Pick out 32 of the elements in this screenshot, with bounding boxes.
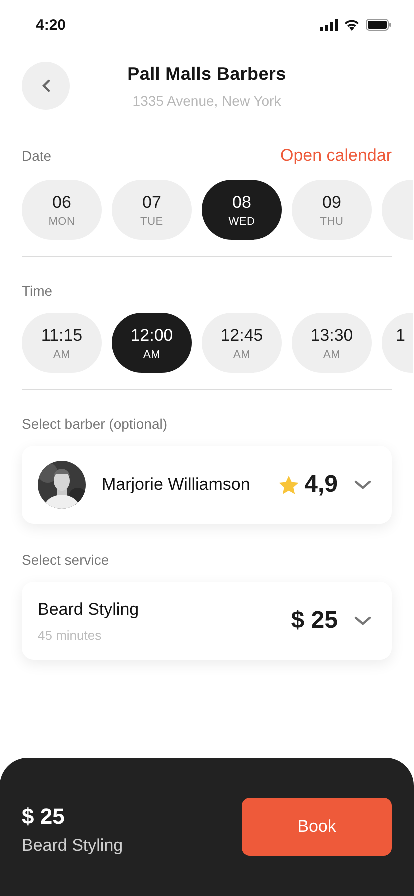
time-pill[interactable]: 13:30 AM [292, 313, 372, 373]
chevron-down-icon[interactable] [354, 480, 372, 490]
wifi-icon [344, 19, 360, 31]
barber-card[interactable]: Marjorie Williamson 4,9 [22, 446, 392, 524]
back-icon [42, 79, 50, 93]
barber-name: Marjorie Williamson [102, 474, 252, 496]
barber-rating: 4,9 [304, 471, 338, 499]
chevron-down-icon[interactable] [354, 616, 372, 626]
star-icon [278, 476, 299, 494]
date-label: Date [22, 148, 52, 164]
service-label: Select service [22, 552, 110, 568]
time-label: Time [22, 283, 53, 299]
battery-icon [366, 19, 392, 31]
date-pill[interactable]: 07 TUE [112, 180, 192, 240]
service-duration: 45 minutes [38, 628, 103, 642]
time-pill[interactable]: 12:00 AM [112, 313, 192, 373]
time-pill[interactable]: 1 [382, 313, 413, 373]
shop-address: 1335 Avenue, New York [132, 92, 282, 108]
service-name: Beard Styling [38, 600, 140, 620]
signal-icon [320, 19, 338, 31]
shop-title: Pall Malls Barbers [128, 64, 286, 84]
service-price: $ 25 [291, 607, 338, 635]
date-pill[interactable]: 08 WED [202, 180, 282, 240]
service-card[interactable]: Beard Styling 45 minutes $ 25 [22, 582, 392, 660]
selected-service: Beard Styling [22, 836, 124, 856]
date-pill[interactable]: 09 THU [292, 180, 372, 240]
total-price: $ 25 [22, 804, 66, 830]
time-pill[interactable]: 12:45 AM [202, 313, 282, 373]
status-time: 4:20 [36, 16, 66, 34]
time-pill[interactable]: 11:15 AM [22, 313, 102, 373]
date-pill[interactable]: 06 MON [22, 180, 102, 240]
barber-label: Select barber (optional) [22, 416, 168, 432]
